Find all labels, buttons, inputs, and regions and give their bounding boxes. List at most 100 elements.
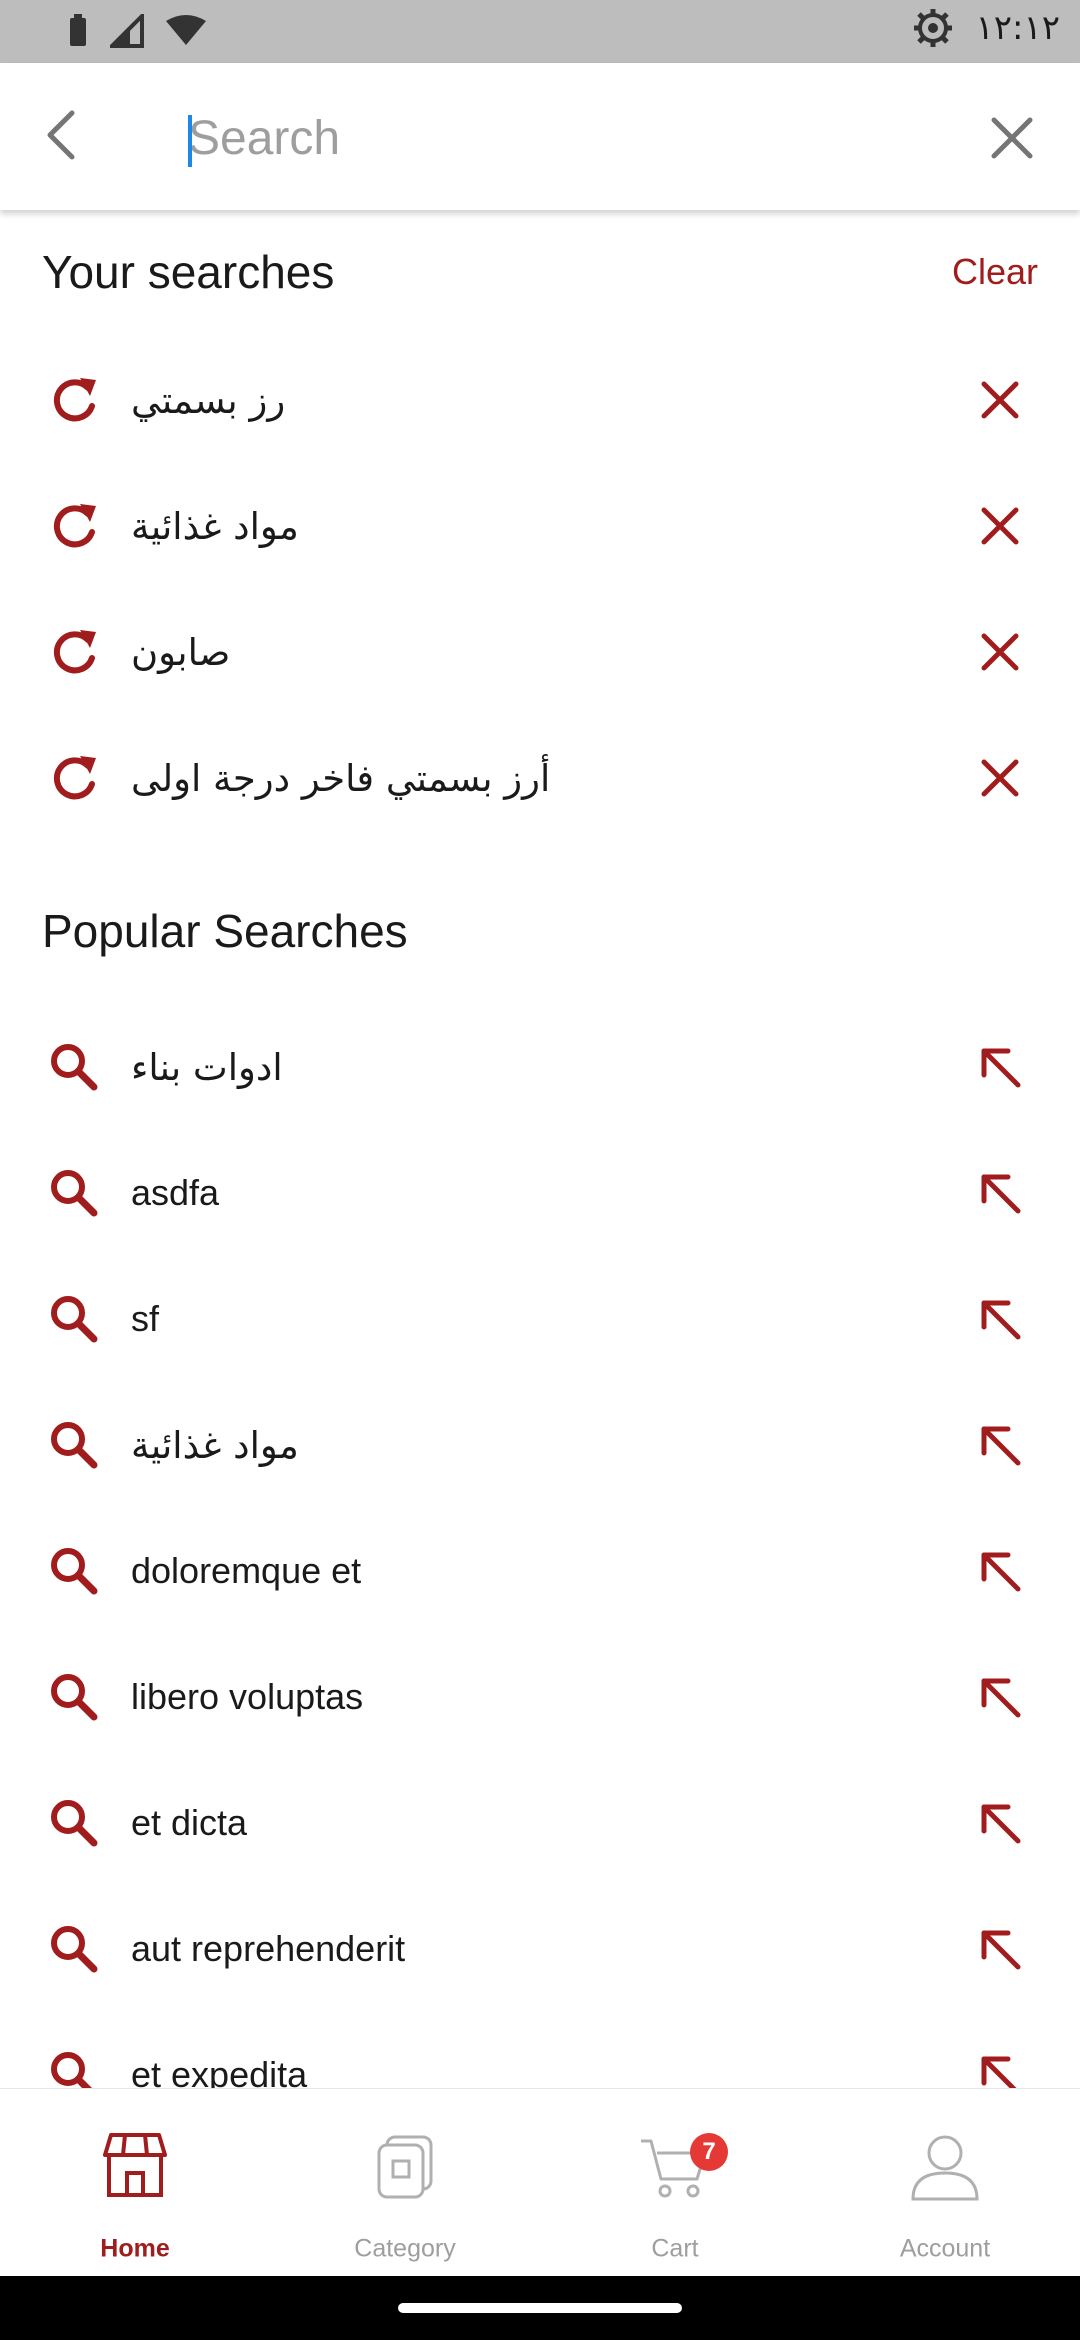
back-button[interactable] (32, 103, 96, 167)
fill-arrow-up-left-icon (981, 1930, 1021, 1970)
recent-search-item[interactable]: أرز بسمتي فاخر درجة اولى (0, 715, 1080, 841)
fill-search-button[interactable] (970, 1667, 1030, 1727)
remove-icon (981, 507, 1019, 545)
nav-label: Home (100, 2234, 170, 2263)
battery-icon (70, 14, 86, 46)
search-icon-wrap (44, 1289, 104, 1349)
recent-search-item[interactable]: صابون (0, 589, 1080, 715)
popular-search-item[interactable]: et dicta (0, 1760, 1080, 1886)
search-icon (51, 1548, 98, 1595)
clear-search-button[interactable] (980, 106, 1044, 170)
remove-recent-button[interactable] (970, 622, 1030, 682)
search-icon (51, 1674, 98, 1721)
recent-search-item-label: أرز بسمتي فاخر درجة اولى (131, 756, 551, 800)
text-cursor (188, 115, 192, 167)
popular-search-item-label: ادوات بناء (131, 1045, 283, 1089)
search-icon-wrap (44, 1793, 104, 1853)
search-icon (51, 1800, 98, 1847)
fill-arrow-up-left-icon (981, 1426, 1021, 1466)
history-icon-wrap (44, 748, 104, 808)
popular-search-item-label: aut reprehenderit (131, 1928, 406, 1969)
fill-search-button[interactable] (970, 1037, 1030, 1097)
fill-search-button[interactable] (970, 1919, 1030, 1979)
status-bar: ١٢:١٢ (0, 0, 1080, 63)
popular-search-item[interactable]: ادوات بناء (0, 1004, 1080, 1130)
search-icon-wrap (44, 1541, 104, 1601)
store-icon (103, 2133, 167, 2197)
home-gesture-handle[interactable] (398, 2303, 682, 2313)
remove-icon (981, 759, 1019, 797)
bottom-navigation: Home Category 7 Cart Account (0, 2088, 1080, 2276)
remove-recent-button[interactable] (970, 496, 1030, 556)
status-icons-right: ١٢:١٢ (913, 8, 1060, 48)
fill-search-button[interactable] (970, 1289, 1030, 1349)
remove-recent-button[interactable] (970, 748, 1030, 808)
status-icons-left (68, 14, 206, 48)
nav-item-category[interactable]: Category (270, 2089, 540, 2277)
fill-arrow-up-left-icon (981, 1804, 1021, 1844)
recent-search-item[interactable]: مواد غذائية (0, 463, 1080, 589)
history-icon-wrap (44, 496, 104, 556)
fill-arrow-up-left-icon (981, 1552, 1021, 1592)
history-icon-wrap (44, 622, 104, 682)
recent-searches-header: Your searches Clear (42, 242, 1038, 302)
search-icon-wrap (44, 1919, 104, 1979)
fill-search-button[interactable] (970, 1541, 1030, 1601)
settings-gear-icon (914, 9, 953, 47)
search-icon-wrap (44, 1163, 104, 1223)
wifi-icon (166, 15, 206, 45)
popular-searches-title: Popular Searches (42, 905, 408, 957)
popular-search-item[interactable]: asdfa (0, 1130, 1080, 1256)
fill-search-button[interactable] (970, 1793, 1030, 1853)
status-time: ١٢:١٢ (975, 8, 1060, 48)
history-refresh-icon (53, 378, 96, 422)
popular-search-item[interactable]: sf (0, 1256, 1080, 1382)
popular-search-item[interactable]: doloremque et (0, 1508, 1080, 1634)
history-icon-wrap (44, 370, 104, 430)
close-icon (991, 117, 1033, 159)
back-arrow-icon (47, 110, 75, 160)
account-icon-wrap (905, 2127, 985, 2207)
search-icon (51, 1170, 98, 1217)
nav-label: Account (899, 2234, 991, 2263)
popular-search-item-label: sf (131, 1298, 160, 1339)
search-icon (51, 1926, 98, 1973)
nav-item-home[interactable]: Home (0, 2089, 270, 2277)
fill-arrow-up-left-icon (981, 1300, 1021, 1340)
remove-icon (981, 381, 1019, 419)
search-icon (51, 1296, 98, 1343)
popular-search-item-label: et dicta (131, 1802, 248, 1843)
popular-search-item-label: libero voluptas (131, 1676, 364, 1717)
recent-search-item[interactable]: رز بسمتي (0, 337, 1080, 463)
fill-search-button[interactable] (970, 1415, 1030, 1475)
system-gesture-bar (0, 2276, 1080, 2340)
recent-search-item-label: مواد غذائية (131, 504, 299, 548)
fill-arrow-up-left-icon (981, 1048, 1021, 1088)
search-header (0, 63, 1080, 210)
clear-history-button[interactable]: Clear (952, 251, 1038, 293)
recent-search-item-label: صابون (131, 630, 231, 674)
nav-label: Category (354, 2234, 456, 2263)
signal-icon (110, 14, 144, 48)
cart-count-badge: 7 (690, 2133, 728, 2171)
popular-search-item[interactable]: libero voluptas (0, 1634, 1080, 1760)
account-icon (911, 2135, 979, 2201)
recent-search-item-label: رز بسمتي (131, 378, 286, 422)
search-icon (51, 1422, 98, 1469)
category-icon (377, 2135, 433, 2199)
fill-arrow-up-left-icon (981, 1678, 1021, 1718)
search-icon-wrap (44, 1037, 104, 1097)
search-icon-wrap (44, 1667, 104, 1727)
recent-searches-title: Your searches (42, 246, 335, 298)
popular-search-item[interactable]: مواد غذائية (0, 1382, 1080, 1508)
nav-item-account[interactable]: Account (810, 2089, 1080, 2277)
search-icon (51, 1044, 98, 1091)
search-input[interactable] (188, 98, 948, 178)
remove-recent-button[interactable] (970, 370, 1030, 430)
search-screen: ١٢:١٢ Your searches Clear رز بسمتي مواد (0, 0, 1080, 2340)
search-icon-wrap (44, 1415, 104, 1475)
fill-search-button[interactable] (970, 1163, 1030, 1223)
popular-search-item[interactable]: aut reprehenderit (0, 1886, 1080, 2012)
nav-item-cart[interactable]: 7 Cart (540, 2089, 810, 2277)
popular-search-item-label: مواد غذائية (131, 1423, 299, 1467)
